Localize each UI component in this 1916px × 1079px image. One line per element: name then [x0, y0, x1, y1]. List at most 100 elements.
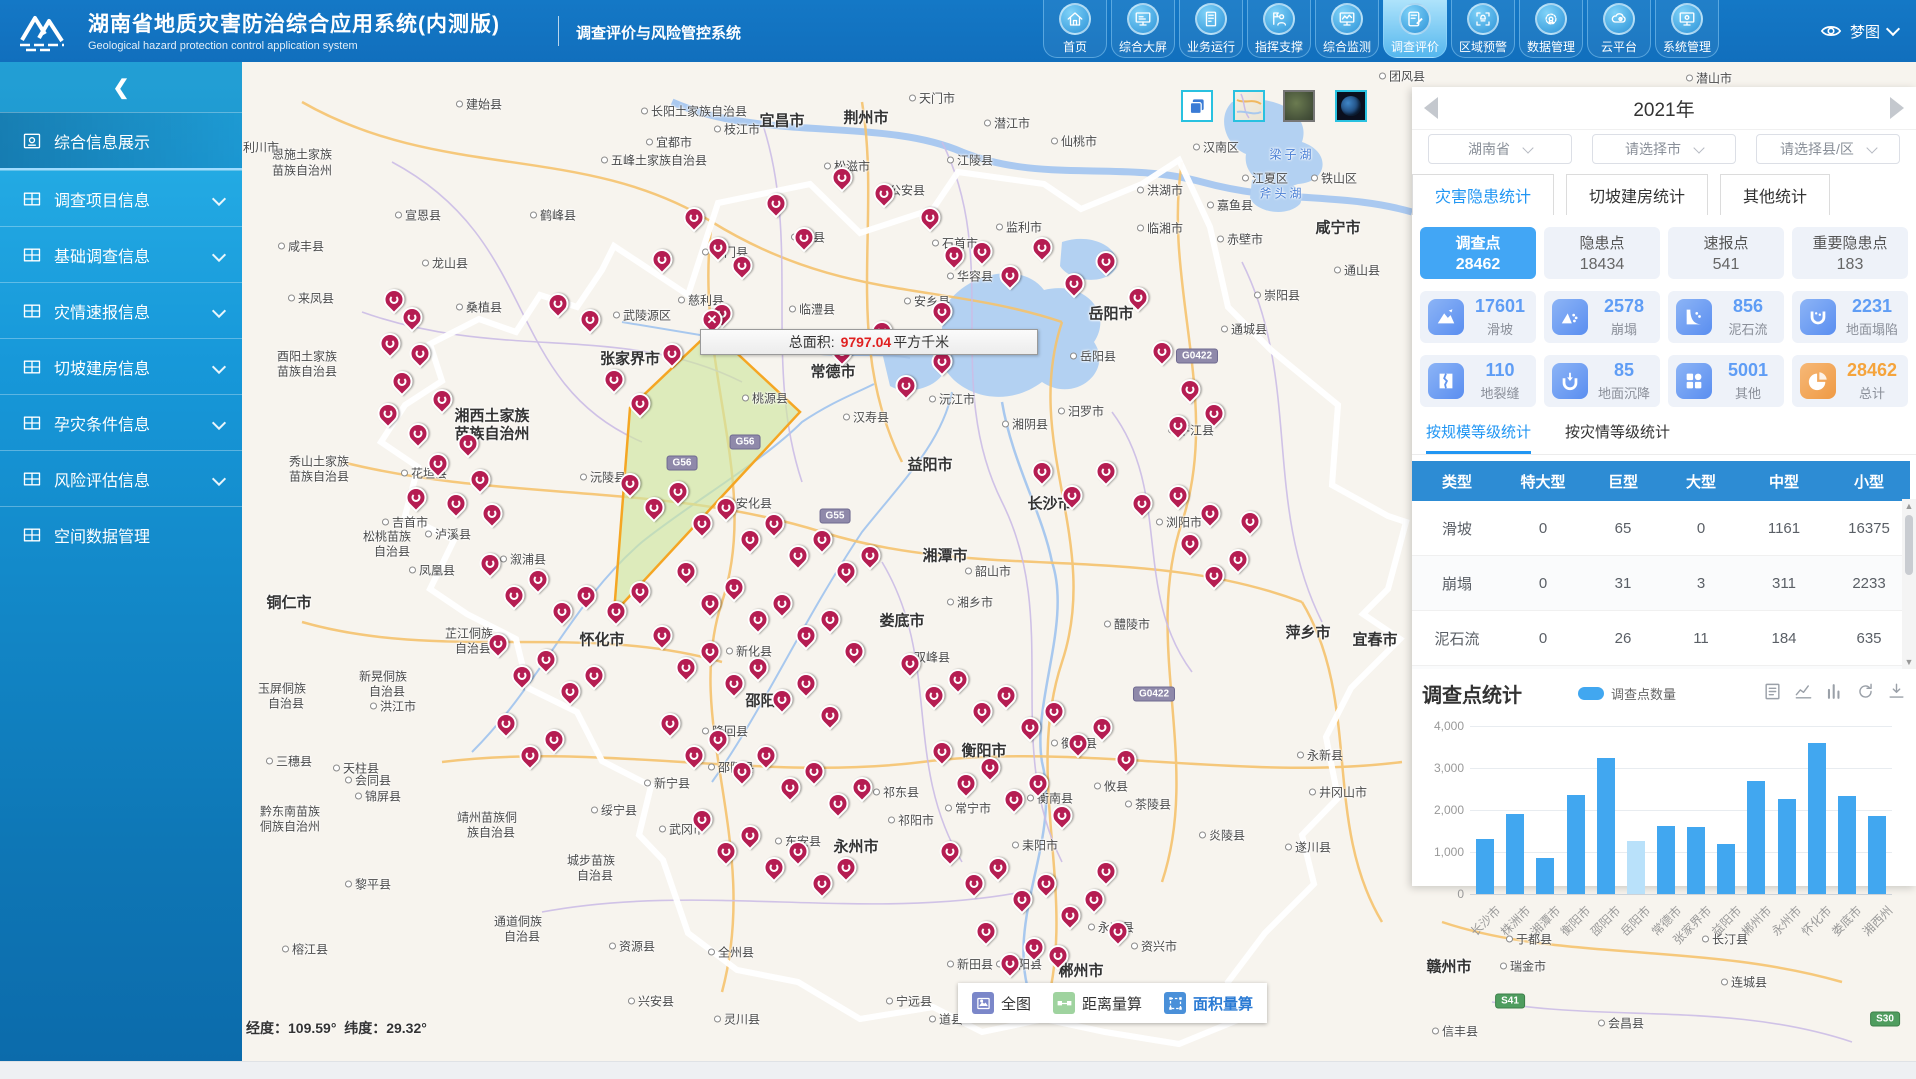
sidebar-item-condition[interactable]: 孕灾条件信息 [0, 394, 242, 450]
map-place-label: 建始县 [456, 96, 502, 113]
bar-衡阳市[interactable] [1567, 795, 1585, 894]
tab-other[interactable]: 其他统计 [1720, 174, 1830, 215]
nav-command[interactable]: 指挥支撑 [1247, 0, 1311, 58]
bar-chart-icon[interactable] [1825, 682, 1844, 706]
scrollbar-thumb[interactable] [1905, 515, 1913, 575]
card-collapse[interactable]: 2578崩塌 [1544, 291, 1660, 343]
card-landslide[interactable]: 17601滑坡 [1420, 291, 1536, 343]
globe-basemap-thumbnail[interactable] [1335, 90, 1367, 122]
distance-measure-button[interactable]: 距离量算 [1053, 992, 1142, 1014]
nav-business[interactable]: 业务运行 [1179, 0, 1243, 58]
tab-hazard[interactable]: 灾害隐患统计 [1412, 174, 1554, 215]
table-cell: 1752 [1828, 666, 1910, 670]
map-place-label: 监利市 [996, 219, 1042, 236]
city-select[interactable]: 请选择市 [1592, 134, 1736, 164]
map-place-label: 宁远县 [886, 993, 932, 1010]
card-value: 2231 [1852, 296, 1892, 317]
bar-长沙市[interactable] [1476, 839, 1494, 894]
nav-system[interactable]: 系统管理 [1655, 0, 1719, 58]
nav-survey[interactable]: 调查评价 [1383, 0, 1447, 58]
card-hidden-points[interactable]: 隐患点18434 [1544, 227, 1660, 279]
application-window: 湖南省地质灾害防治综合应用系统(内测版) Geological hazard p… [0, 0, 1916, 1079]
scroll-down-icon[interactable]: ▼ [1905, 655, 1914, 669]
table-cell: 16375 [1828, 501, 1910, 556]
app-logo [14, 8, 78, 54]
table-cell: 395 [1740, 666, 1828, 670]
sidebar-item-spatial[interactable]: 空间数据管理 [0, 506, 242, 562]
measure-tooltip: 总面积: 9797.04平方千米 [700, 329, 1038, 355]
nav-warning[interactable]: 区域预警 [1451, 0, 1515, 58]
bar-邵阳市[interactable] [1597, 758, 1615, 895]
bar-怀化市[interactable] [1808, 743, 1826, 894]
map-place-label: 灵川县 [714, 1011, 760, 1028]
bar-永州市[interactable] [1778, 799, 1796, 894]
nav-home[interactable]: 首页 [1043, 0, 1107, 58]
county-select[interactable]: 请选择县/区 [1756, 134, 1900, 164]
hazard-type-cards-row2: 110地裂缝85地面沉降5001其他28462总计 [1412, 343, 1916, 407]
map-place-label: 茶陵县 [1125, 796, 1171, 813]
card-debris-flow[interactable]: 856泥石流 [1668, 291, 1784, 343]
sidebar-item-project[interactable]: 调查项目信息 [0, 170, 242, 226]
sidebar-item-basic[interactable]: 基础调查信息 [0, 226, 242, 282]
x-axis-tick: 湘潭市 [1527, 902, 1564, 939]
nav-data[interactable]: 数据管理 [1519, 0, 1583, 58]
prev-year-button[interactable] [1424, 97, 1438, 119]
map-place-label: 自治县 [504, 928, 540, 945]
nav-monitor[interactable]: 综合监测 [1315, 0, 1379, 58]
map-place-label: 武陵源区 [613, 307, 671, 324]
card-ground-fissure[interactable]: 110地裂缝 [1420, 355, 1536, 407]
bar-郴州市[interactable] [1747, 781, 1765, 894]
card-survey-points[interactable]: 调查点28462 [1420, 227, 1536, 279]
sidebar-item-overview[interactable]: 综合信息展示 [0, 112, 242, 170]
sidebar-item-risk[interactable]: 风险评估信息 [0, 450, 242, 506]
close-icon: ✕ [704, 311, 721, 328]
card-report-points[interactable]: 速报点541 [1668, 227, 1784, 279]
full-extent-button[interactable]: 全图 [972, 992, 1031, 1014]
bar-常德市[interactable] [1657, 826, 1675, 894]
satellite-basemap-thumbnail[interactable] [1283, 90, 1315, 122]
map-place-label: 沅江市 [929, 391, 975, 408]
refresh-icon[interactable] [1856, 682, 1875, 706]
province-select[interactable]: 湖南省 [1428, 134, 1572, 164]
nav-big-screen[interactable]: 综合大屏 [1111, 0, 1175, 58]
full-extent-icon [972, 992, 994, 1014]
card-other-type[interactable]: 5001其他 [1668, 355, 1784, 407]
scroll-up-icon[interactable]: ▲ [1905, 499, 1914, 513]
download-icon[interactable] [1887, 682, 1906, 706]
user-menu[interactable]: 梦图 [1820, 0, 1898, 62]
next-year-button[interactable] [1890, 97, 1904, 119]
line-chart-icon[interactable] [1794, 682, 1813, 706]
bar-岳阳市[interactable] [1627, 841, 1645, 894]
bar-株洲市[interactable] [1506, 814, 1524, 894]
bar-娄底市[interactable] [1838, 796, 1856, 894]
tab-slope-house[interactable]: 切坡建房统计 [1566, 174, 1708, 215]
nav-cloud[interactable]: 云平台 [1587, 0, 1651, 58]
chart-legend[interactable]: 调查点数量 [1578, 684, 1676, 703]
subtab-by-severity[interactable]: 按灾情等级统计 [1565, 421, 1670, 454]
card-total[interactable]: 28462总计 [1792, 355, 1908, 407]
bar-益阳市[interactable] [1717, 844, 1735, 894]
card-ground-collapse[interactable]: 2231地面塌陷 [1792, 291, 1908, 343]
x-axis-tick: 益阳市 [1707, 902, 1744, 939]
bar-张家界市[interactable] [1687, 827, 1705, 894]
bar-湘潭市[interactable] [1536, 858, 1554, 894]
subtab-by-scale[interactable]: 按规模等级统计 [1426, 421, 1531, 454]
table-subtabs: 按规模等级统计 按灾情等级统计 [1412, 407, 1916, 455]
card-important-points[interactable]: 重要隐患点183 [1792, 227, 1908, 279]
sidebar-item-slope[interactable]: 切坡建房信息 [0, 338, 242, 394]
street-basemap-thumbnail[interactable] [1233, 90, 1265, 122]
hazard-type-cards-row1: 17601滑坡2578崩塌856泥石流2231地面塌陷 [1412, 279, 1916, 343]
select-value: 请选择县/区 [1780, 139, 1854, 159]
bar-湘西州[interactable] [1868, 816, 1886, 894]
data-view-icon[interactable] [1763, 682, 1782, 706]
sidebar-item-report[interactable]: 灾情速报信息 [0, 282, 242, 338]
map-place-label: 侗族自治州 [260, 818, 320, 835]
sidebar-collapse-button[interactable]: ❮ [0, 62, 242, 112]
table-scrollbar[interactable]: ▲ ▼ [1902, 499, 1916, 669]
layers-icon[interactable] [1181, 90, 1213, 122]
main-nav: 首页综合大屏业务运行指挥支撑综合监测调查评价区域预警数据管理云平台系统管理 [1043, 0, 1719, 62]
card-ground-subsidence[interactable]: 85地面沉降 [1544, 355, 1660, 407]
area-measure-button[interactable]: 面积量算 [1164, 992, 1253, 1014]
map-place-label: 临澧县 [789, 301, 835, 318]
grid-icon [22, 469, 42, 489]
